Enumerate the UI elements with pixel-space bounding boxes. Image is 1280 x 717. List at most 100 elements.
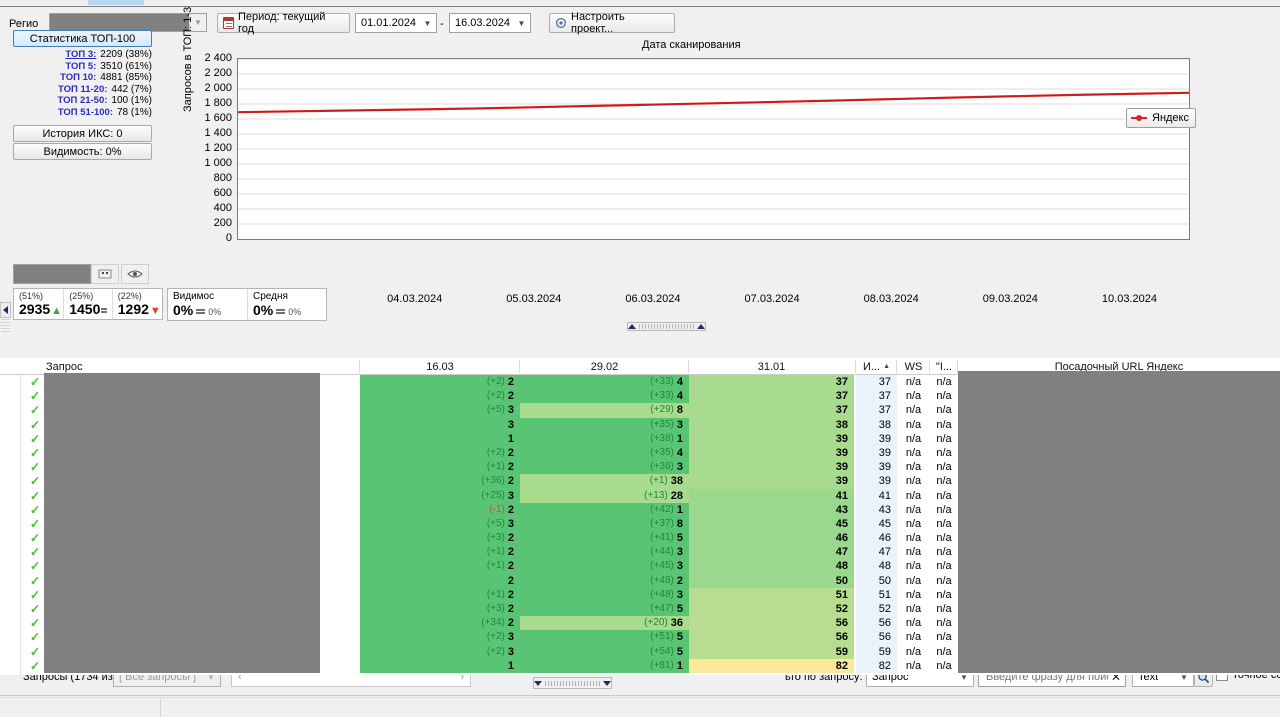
date-from-input[interactable]: 01.01.2024 ▼ [355,13,437,33]
cell-ws2[interactable]: n/a [930,630,958,644]
cell-ws[interactable]: n/a [897,446,930,460]
cell-29-02[interactable]: (+37) 8 [520,516,689,532]
landing-url-cell[interactable] [958,630,1280,645]
cell-31-01[interactable]: 52 [689,602,854,617]
query-cell[interactable] [44,488,320,503]
query-cell[interactable] [44,630,320,645]
scroll-rail[interactable] [1,318,10,332]
check-icon[interactable]: ✓ [28,389,42,403]
cell-ws[interactable]: n/a [897,588,930,602]
cell-index[interactable]: 41 [856,488,897,503]
secondary-select[interactable] [13,264,91,284]
cell-16-03[interactable]: (+2) 2 [360,375,520,390]
query-cell[interactable] [44,389,320,404]
cell-31-01[interactable]: 47 [689,545,854,560]
cell-index[interactable]: 38 [856,417,897,432]
landing-url-cell[interactable] [958,545,1280,560]
compare-icon[interactable] [91,264,119,284]
cell-31-01[interactable]: 39 [689,474,854,489]
check-icon[interactable]: ✓ [28,645,42,659]
header-col-i2[interactable]: "I... [930,358,958,375]
cell-16-03[interactable]: (+2) 3 [360,630,520,645]
landing-url-cell[interactable] [958,531,1280,546]
landing-url-cell[interactable] [958,403,1280,418]
iks-history-button[interactable]: История ИКС: 0 [13,125,152,142]
list-item[interactable]: ТОП 3: 2209 (38%) [13,49,152,61]
cell-16-03[interactable]: (+1) 2 [360,545,520,560]
table-row[interactable]: ✓ (+1) 2 (+44) 3 47 47 n/a n/a [0,545,1280,560]
cell-29-02[interactable]: (+13) 28 [520,488,689,503]
cell-ws[interactable]: n/a [897,574,930,588]
check-icon[interactable]: ✓ [28,517,42,531]
cell-29-02[interactable]: (+35) 3 [520,417,689,432]
configure-project-button[interactable]: Настроить проект... [549,11,675,35]
query-cell[interactable] [44,431,320,446]
cell-29-02[interactable]: (+1) 38 [520,474,689,489]
average-metric[interactable]: Средня 0% 0% [248,289,328,320]
cell-ws2[interactable]: n/a [930,574,958,588]
cell-29-02[interactable]: (+44) 3 [520,545,689,560]
cell-ws2[interactable]: n/a [930,517,958,531]
cell-ws[interactable]: n/a [897,474,930,488]
cell-index[interactable]: 82 [856,658,897,673]
cell-16-03[interactable]: (+34) 2 [360,616,520,631]
cell-ws2[interactable]: n/a [930,616,958,630]
query-cell[interactable] [44,502,320,517]
cell-29-02[interactable]: (+51) 5 [520,630,689,645]
table-row[interactable]: ✓ (+5) 3 (+37) 8 45 45 n/a n/a [0,516,1280,532]
cell-16-03[interactable]: (+3) 2 [360,531,520,546]
cell-ws[interactable]: n/a [897,630,930,644]
cell-16-03[interactable]: (+1) 2 [360,587,520,602]
check-icon[interactable]: ✓ [28,446,42,460]
visibility-metric[interactable]: Видимос 0% 0% [168,289,248,320]
cell-31-01[interactable]: 46 [689,531,854,546]
check-icon[interactable]: ✓ [28,503,42,517]
check-icon[interactable]: ✓ [28,531,42,545]
table-row[interactable]: ✓ 3 (+35) 3 38 38 n/a n/a [0,417,1280,432]
cell-index[interactable]: 37 [856,403,897,418]
cell-31-01[interactable]: 82 [689,658,854,673]
query-cell[interactable] [44,602,320,617]
cell-ws[interactable]: n/a [897,517,930,531]
landing-url-cell[interactable] [958,445,1280,461]
kpi-counter[interactable]: (25%) 1450 [64,289,113,319]
table-row[interactable]: ✓ (+2) 3 (+54) 5 59 59 n/a n/a [0,644,1280,659]
cell-index[interactable]: 56 [856,616,897,631]
chevron-down-icon[interactable]: ▼ [419,19,436,28]
cell-index[interactable]: 37 [856,375,897,390]
period-button[interactable]: Период: текущий год [217,11,350,35]
header-col-i[interactable]: И... ▲ [856,358,897,375]
check-icon[interactable]: ✓ [28,375,42,389]
cell-29-02[interactable]: (+42) 1 [520,502,689,517]
cell-31-01[interactable]: 50 [689,573,854,588]
cell-31-01[interactable]: 51 [689,587,854,602]
query-cell[interactable] [44,644,320,659]
cell-index[interactable]: 45 [856,516,897,532]
landing-url-cell[interactable] [958,658,1280,673]
query-cell[interactable] [44,616,320,631]
cell-31-01[interactable]: 39 [689,460,854,475]
cell-ws2[interactable]: n/a [930,403,958,417]
table-row[interactable]: ✓ (+1) 2 (+48) 3 51 51 n/a n/a [0,587,1280,602]
cell-31-01[interactable]: 39 [689,431,854,446]
table-row[interactable]: ✓ (+1) 2 (+36) 3 39 39 n/a n/a [0,460,1280,475]
kpi-counter[interactable]: (51%) 2935 ▲ [14,289,65,319]
cell-29-02[interactable]: (+81) 1 [520,658,689,673]
collapse-up-icon-2[interactable] [697,324,705,329]
cell-index[interactable]: 59 [856,644,897,659]
cell-29-02[interactable]: (+35) 4 [520,445,689,461]
query-cell[interactable] [44,587,320,602]
table-row[interactable]: ✓ (+36) 2 (+1) 38 39 39 n/a n/a [0,474,1280,489]
cell-ws2[interactable]: n/a [930,659,958,673]
cell-ws[interactable]: n/a [897,602,930,616]
cell-16-03[interactable]: (+5) 3 [360,516,520,532]
query-cell[interactable] [44,445,320,461]
landing-url-cell[interactable] [958,474,1280,489]
cell-ws[interactable]: n/a [897,616,930,630]
cell-29-02[interactable]: (+33) 4 [520,375,689,390]
cell-index[interactable]: 39 [856,431,897,446]
check-icon[interactable]: ✓ [28,559,42,573]
table-row[interactable]: ✓ (+1) 2 (+45) 3 48 48 n/a n/a [0,559,1280,574]
cell-ws2[interactable]: n/a [930,645,958,659]
table-row[interactable]: ✓ (+3) 2 (+41) 5 46 46 n/a n/a [0,531,1280,546]
